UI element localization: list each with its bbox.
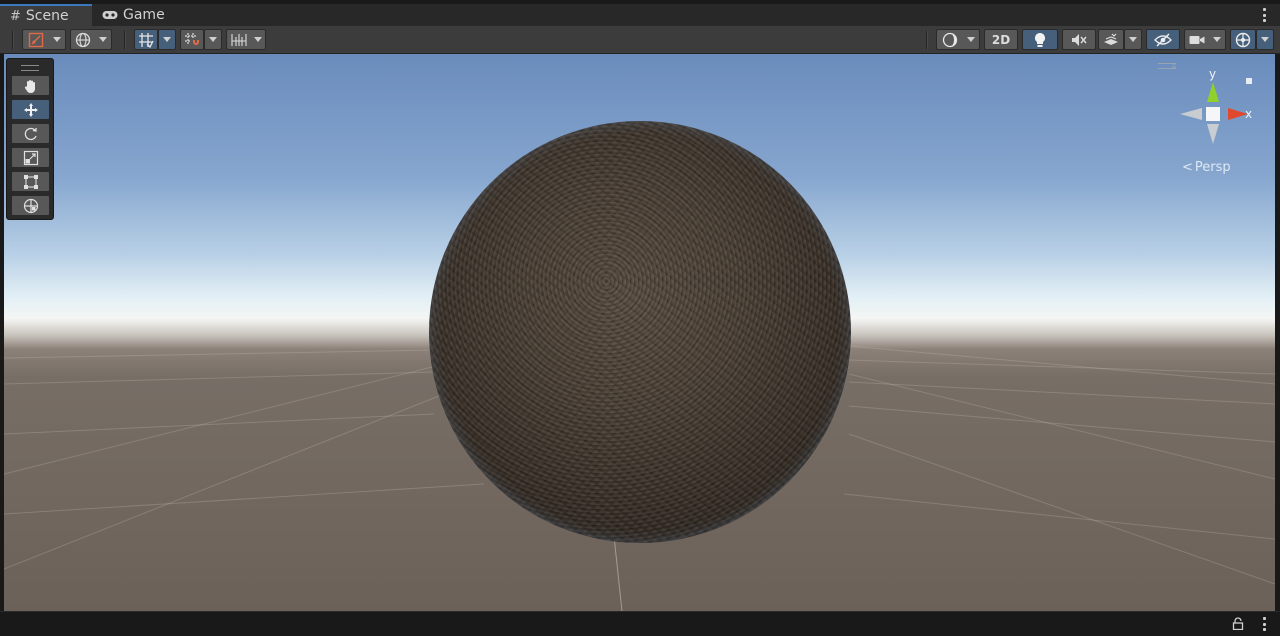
gizmo-center-cube[interactable]	[1206, 107, 1220, 121]
gizmo-drag-handle-icon[interactable]	[1158, 63, 1176, 69]
grid-snap-icon	[138, 32, 154, 48]
gizmo-neg-y-cone[interactable]	[1207, 124, 1219, 144]
audio-toggle-button[interactable]	[1062, 29, 1096, 50]
2d-toggle-button[interactable]: 2D	[984, 29, 1018, 50]
draw-mode-button[interactable]	[22, 29, 66, 50]
rotate-tool-button[interactable]	[11, 123, 50, 144]
chevron-left-icon: <	[1182, 160, 1193, 175]
rotate-icon	[23, 126, 39, 142]
increment-snap-button[interactable]	[180, 29, 204, 50]
chevron-down-icon	[52, 37, 61, 42]
ruler-icon	[230, 33, 247, 47]
move-arrows-icon	[23, 102, 39, 118]
tab-menu-icon[interactable]	[1262, 8, 1266, 22]
textured-sphere[interactable]	[429, 121, 851, 543]
transform-tool-button[interactable]	[11, 195, 50, 216]
hand-icon	[23, 78, 39, 94]
tools-overlay	[6, 58, 54, 220]
chevron-down-icon	[1129, 37, 1137, 42]
chevron-down-icon	[99, 37, 107, 42]
tab-game[interactable]: Game	[92, 4, 172, 26]
gizmo-corner-cube[interactable]	[1246, 78, 1252, 84]
speaker-muted-icon	[1071, 33, 1087, 47]
chevron-down-icon	[966, 37, 975, 42]
lock-icon[interactable]	[1232, 617, 1244, 630]
lightbulb-icon	[1033, 32, 1047, 48]
tab-game-label: Game	[123, 7, 165, 23]
tab-bar: # Scene Game	[0, 0, 1280, 26]
effects-dropdown[interactable]	[1124, 29, 1142, 50]
draw-mode-icon	[28, 32, 44, 48]
gizmo-x-label: x	[1245, 107, 1252, 121]
globe-icon	[75, 32, 91, 48]
status-bar	[0, 611, 1280, 636]
gizmo-y-axis-cone[interactable]	[1207, 82, 1219, 102]
tab-scene[interactable]: # Scene	[0, 4, 92, 26]
hand-tool-button[interactable]	[11, 75, 50, 96]
gizmo-neg-x-cone[interactable]	[1180, 108, 1202, 120]
tab-scene-label: Scene	[25, 8, 69, 24]
scene-toolbar: 2D	[0, 26, 1280, 54]
effects-layers-icon	[1103, 33, 1119, 47]
chevron-down-icon	[163, 37, 171, 42]
shading-mode-button[interactable]	[936, 29, 980, 50]
scale-icon	[23, 150, 39, 166]
camera-settings-button[interactable]	[1184, 29, 1226, 50]
shaded-sphere-icon	[942, 32, 958, 48]
effects-button[interactable]	[1098, 29, 1124, 50]
lighting-toggle-button[interactable]	[1022, 29, 1058, 50]
gamepad-icon	[102, 10, 118, 20]
status-menu-icon[interactable]	[1262, 617, 1266, 631]
orientation-gizmo[interactable]: y x	[1172, 58, 1262, 158]
gizmo-sphere-icon	[1235, 32, 1251, 48]
scene-viewport[interactable]	[4, 54, 1275, 611]
gizmos-dropdown[interactable]	[1256, 29, 1274, 50]
ruler-button[interactable]	[226, 29, 266, 50]
gizmo-y-label: y	[1209, 67, 1216, 81]
chevron-down-icon	[1213, 37, 1221, 42]
chevron-down-icon	[1261, 37, 1269, 42]
scene-visibility-button[interactable]	[1146, 29, 1180, 50]
global-toggle-button[interactable]	[70, 29, 112, 50]
increment-snap-dropdown[interactable]	[204, 29, 222, 50]
transform-icon	[23, 198, 39, 214]
grid-snap-button[interactable]	[134, 29, 158, 50]
magnet-grid-icon	[184, 32, 200, 48]
move-tool-button[interactable]	[11, 99, 50, 120]
projection-toggle[interactable]: < Persp	[1182, 160, 1231, 175]
gizmos-button[interactable]	[1230, 29, 1256, 50]
grid-hash-icon: #	[10, 8, 21, 24]
camera-icon	[1189, 34, 1205, 46]
chevron-down-icon	[209, 37, 217, 42]
scale-tool-button[interactable]	[11, 147, 50, 168]
rect-tool-button[interactable]	[11, 171, 50, 192]
eye-slash-icon	[1154, 32, 1172, 47]
drag-handle-icon[interactable]	[21, 65, 39, 71]
rect-transform-icon	[23, 174, 39, 190]
projection-label: Persp	[1194, 160, 1231, 175]
chevron-down-icon	[253, 37, 262, 42]
grid-snap-dropdown[interactable]	[158, 29, 176, 50]
